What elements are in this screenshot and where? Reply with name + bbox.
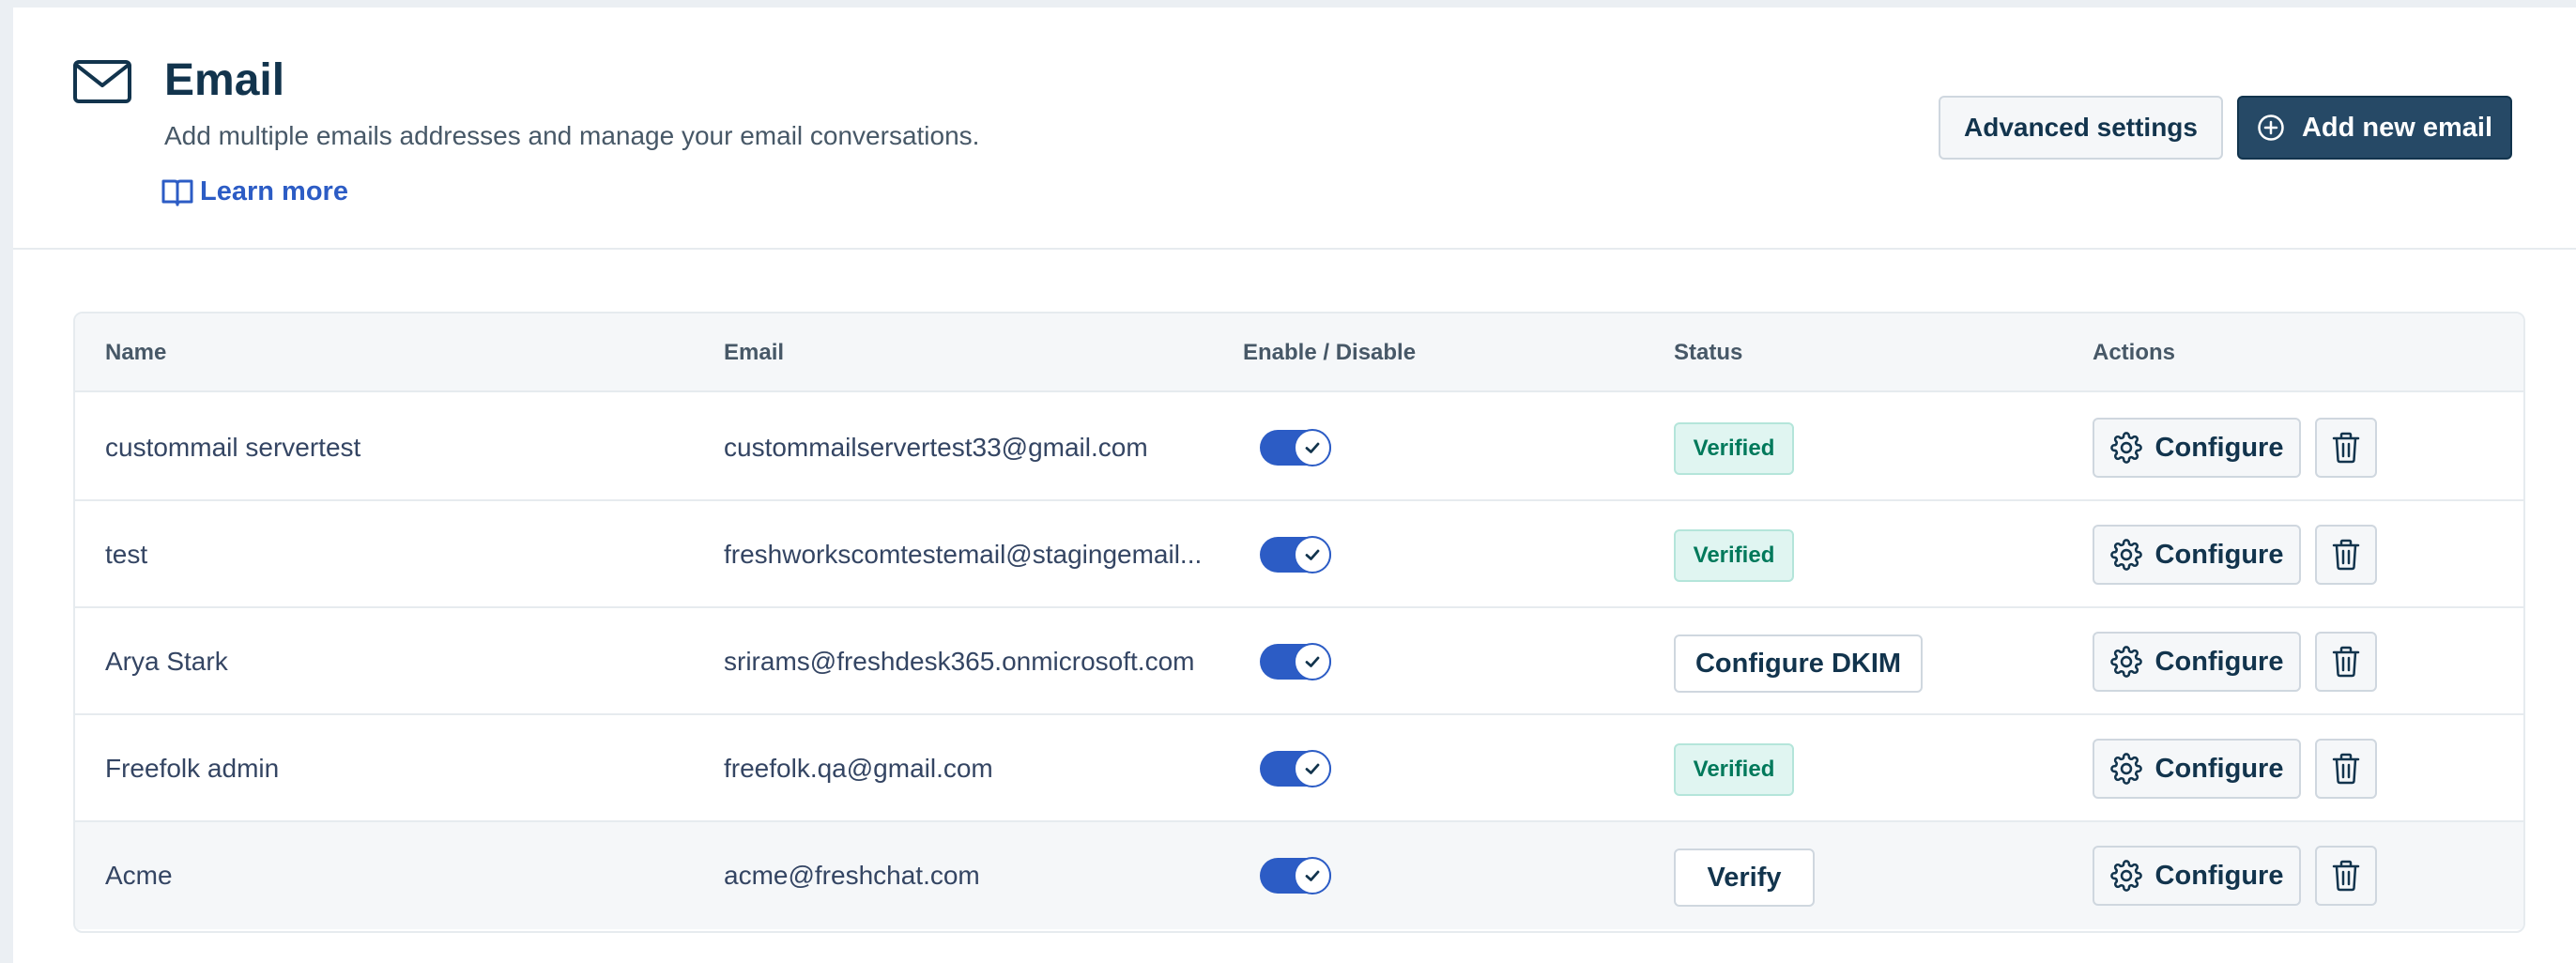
trash-icon <box>2332 646 2360 678</box>
column-header-enable-disable: Enable / Disable <box>1243 340 1417 365</box>
gear-icon <box>2109 432 2142 464</box>
page-header: Email Add multiple emails addresses and … <box>13 8 2576 250</box>
column-header-actions: Actions <box>2093 340 2176 365</box>
trash-icon <box>2332 753 2360 785</box>
toggle-knob <box>1294 536 1331 573</box>
row-email: freefolk.qa@gmail.com <box>724 754 993 783</box>
delete-button[interactable] <box>2315 846 2377 906</box>
enable-toggle[interactable] <box>1260 750 1331 787</box>
configure-button[interactable]: Configure <box>2093 418 2301 478</box>
check-icon <box>1305 442 1320 453</box>
table-row: test freshworkscomtestemail@stagingemail.… <box>75 501 2523 608</box>
advanced-settings-button[interactable]: Advanced settings <box>1939 96 2223 160</box>
toggle-knob <box>1294 750 1331 787</box>
trash-icon <box>2332 432 2360 464</box>
column-header-status: Status <box>1674 340 1743 365</box>
email-table: Name Email Enable / Disable Status Actio… <box>73 312 2525 933</box>
configure-label: Configure <box>2154 432 2284 463</box>
enable-toggle[interactable] <box>1260 536 1331 573</box>
configure-button[interactable]: Configure <box>2093 739 2301 799</box>
configure-button[interactable]: Configure <box>2093 632 2301 692</box>
column-header-name: Name <box>105 340 167 365</box>
gear-icon <box>2109 860 2142 892</box>
toggle-knob <box>1294 857 1331 894</box>
check-icon <box>1305 763 1320 774</box>
page-subtitle: Add multiple emails addresses and manage… <box>164 121 980 150</box>
gear-icon <box>2109 539 2142 571</box>
check-icon <box>1305 870 1320 881</box>
configure-label: Configure <box>2154 753 2284 784</box>
table-row: Acme acme@freshchat.com Verify Configure <box>75 822 2523 929</box>
table-header: Name Email Enable / Disable Status Actio… <box>75 313 2523 392</box>
add-new-email-label: Add new email <box>2301 112 2493 143</box>
configure-button[interactable]: Configure <box>2093 846 2301 906</box>
row-email: srirams@freshdesk365.onmicrosoft.com <box>724 647 1195 676</box>
row-name: Freefolk admin <box>105 754 280 783</box>
gear-icon <box>2109 646 2142 678</box>
gear-icon <box>2109 753 2142 785</box>
status-badge: Verified <box>1674 529 1794 582</box>
check-icon <box>1305 549 1320 560</box>
delete-button[interactable] <box>2315 418 2377 478</box>
row-email: custommailservertest33@gmail.com <box>724 433 1148 462</box>
page-title: Email <box>164 55 285 105</box>
enable-toggle[interactable] <box>1260 857 1331 894</box>
status-badge: Verified <box>1674 422 1794 475</box>
delete-button[interactable] <box>2315 739 2377 799</box>
trash-icon <box>2332 860 2360 892</box>
table-row: custommail servertest custommailservertes… <box>75 394 2523 501</box>
plus-circle-icon <box>2258 115 2284 141</box>
row-name: Arya Stark <box>105 647 228 676</box>
book-icon <box>161 179 193 206</box>
enable-toggle[interactable] <box>1260 429 1331 466</box>
row-name: Acme <box>105 861 173 890</box>
status-badge: Verified <box>1674 743 1794 796</box>
table-row: Freefolk admin freefolk.qa@gmail.com Verif… <box>75 715 2523 822</box>
enable-toggle[interactable] <box>1260 643 1331 680</box>
trash-icon <box>2332 539 2360 571</box>
table-row: Arya Stark srirams@freshdesk365.onmicroso… <box>75 608 2523 715</box>
row-email: freshworkscomtestemail@stagingemail... <box>724 540 1203 569</box>
check-icon <box>1305 656 1320 667</box>
row-name: custommail servertest <box>105 433 361 462</box>
configure-label: Configure <box>2154 539 2284 570</box>
toggle-knob <box>1294 643 1331 680</box>
learn-more-label: Learn more <box>200 176 348 206</box>
verify-button[interactable]: Verify <box>1674 848 1815 907</box>
learn-more-link[interactable]: Learn more <box>161 171 348 212</box>
delete-button[interactable] <box>2315 525 2377 585</box>
delete-button[interactable] <box>2315 632 2377 692</box>
configure-label: Configure <box>2154 860 2284 891</box>
email-settings-page: Email Add multiple emails addresses and … <box>13 8 2576 963</box>
configure-label: Configure <box>2154 646 2284 677</box>
add-new-email-button[interactable]: Add new email <box>2237 96 2512 160</box>
toggle-knob <box>1294 429 1331 466</box>
configure-button[interactable]: Configure <box>2093 525 2301 585</box>
row-email: acme@freshchat.com <box>724 861 980 890</box>
configure-dkim-button[interactable]: Configure DKIM <box>1674 634 1923 693</box>
envelope-icon <box>73 60 131 103</box>
column-header-email: Email <box>724 340 785 365</box>
row-name: test <box>105 540 148 569</box>
